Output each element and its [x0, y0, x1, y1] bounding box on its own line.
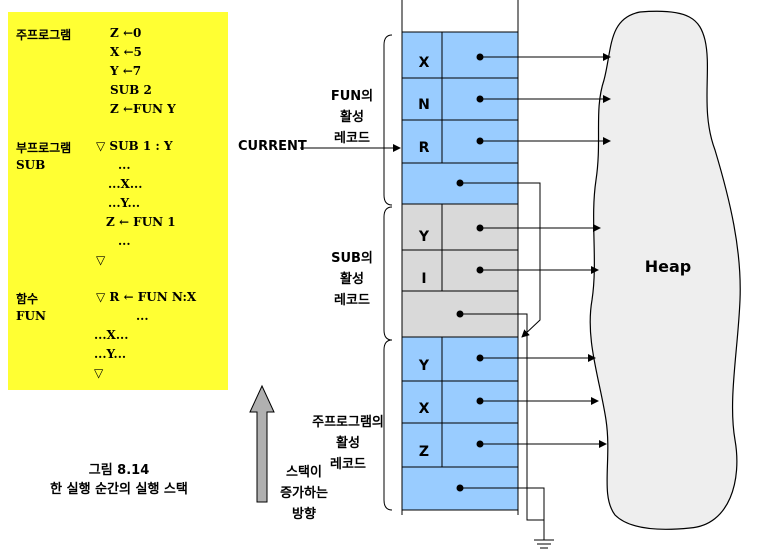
fun-cell-n: N	[418, 97, 430, 113]
fun-record-label: FUN의 활성 레코드	[322, 86, 382, 149]
stack-growth-label-line1: 스택이	[286, 465, 322, 480]
sub-record-label-line3: 레코드	[334, 293, 370, 308]
fun-record-label-line3: 레코드	[334, 131, 370, 146]
main-record-label-line2: 활성	[336, 436, 360, 451]
figure-caption-text: 한 실행 순간의 실행 스택	[50, 482, 188, 497]
sub-record-label-line1: SUB의	[331, 251, 373, 266]
fun-cell-r: R	[419, 140, 430, 156]
main-cell-z: Z	[419, 444, 429, 460]
stack-growth-label-line3: 방향	[292, 507, 316, 522]
main-cell-x: X	[419, 401, 430, 417]
sub-record-label: SUB의 활성 레코드	[322, 248, 382, 311]
sub-record-label-line2: 활성	[340, 272, 364, 287]
figure-caption-number: 그림 8.14	[88, 463, 150, 478]
fun-record-label-line1: FUN의	[330, 89, 374, 104]
stack-growth-label-line2: 증가하는	[280, 486, 328, 501]
main-cell-y: Y	[418, 358, 430, 374]
sub-cell-y: Y	[418, 229, 430, 245]
stack-growth-label: 스택이 증가하는 방향	[266, 462, 342, 525]
main-record-label-line1: 주프로그램의	[312, 415, 384, 430]
heap-label: Heap	[644, 257, 692, 276]
figure-caption: 그림 8.14 한 실행 순간의 실행 스택	[14, 461, 224, 499]
sub-cell-i: I	[421, 271, 426, 287]
fun-cell-x: X	[419, 55, 430, 71]
current-label: CURRENT	[238, 139, 307, 154]
fun-record-label-line2: 활성	[340, 110, 364, 125]
